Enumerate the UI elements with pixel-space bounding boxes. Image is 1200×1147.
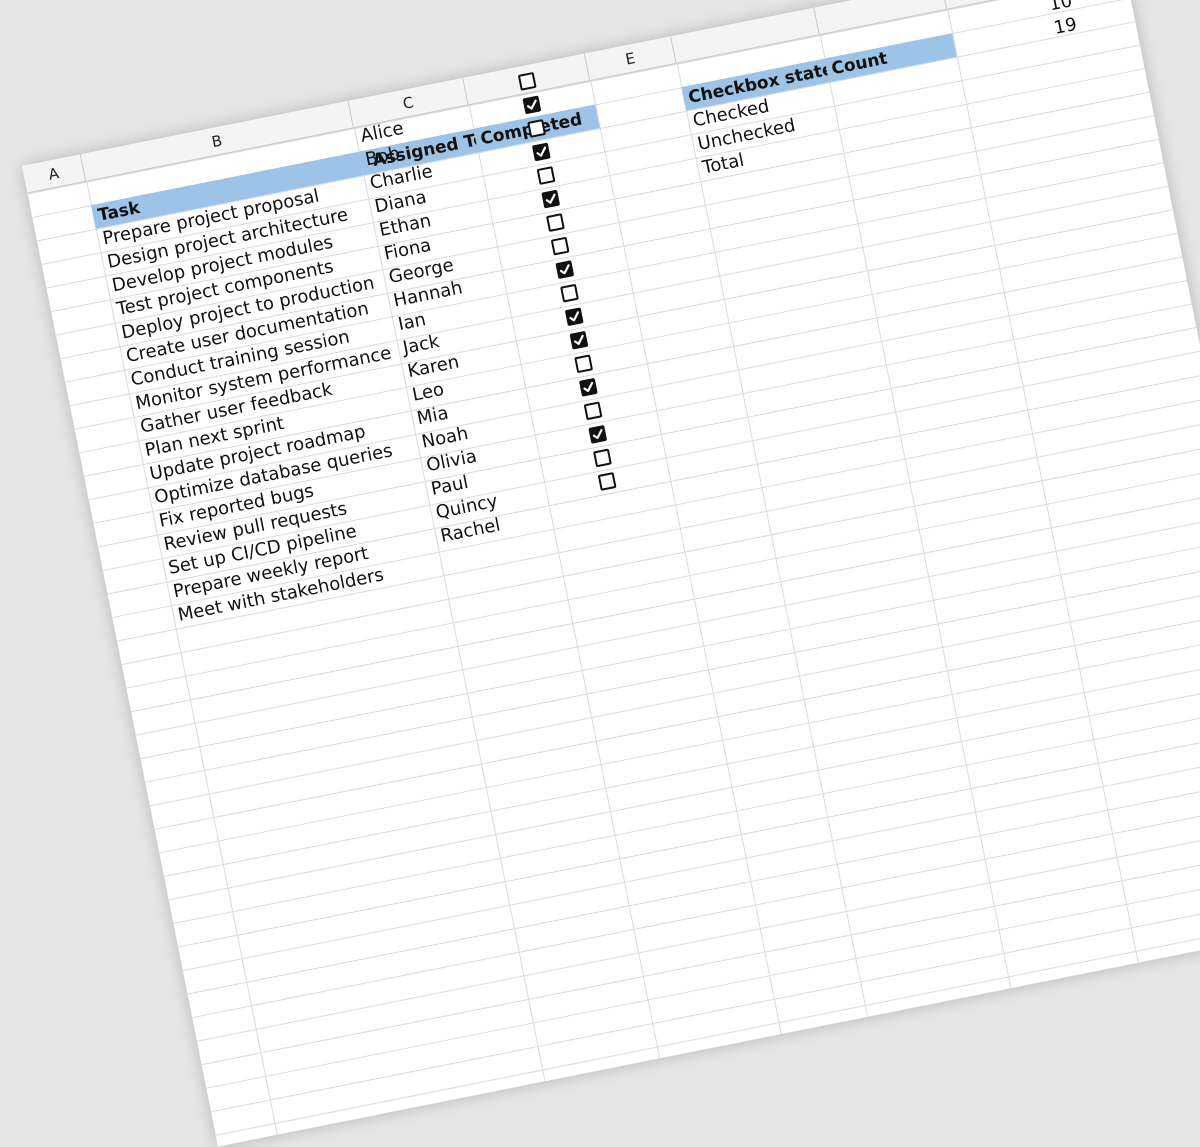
row-gridline	[215, 915, 1200, 1136]
column-header-f[interactable]	[671, 7, 820, 64]
count-header[interactable]: Count	[824, 33, 957, 83]
row-gridline	[173, 703, 1200, 925]
unchecked-checkbox[interactable]	[574, 354, 594, 374]
checked-checkbox[interactable]	[541, 189, 561, 209]
checkmark-icon	[545, 193, 556, 204]
checked-checkbox[interactable]	[578, 377, 598, 397]
checked-checkbox[interactable]	[569, 330, 589, 350]
row-gridline	[201, 844, 1200, 1066]
row-gridline	[187, 774, 1200, 995]
row-gridline	[206, 868, 1200, 1089]
unchecked-checkbox[interactable]	[560, 283, 579, 303]
row-gridline	[177, 727, 1200, 948]
checkmark-icon	[559, 264, 570, 275]
checkmark-icon	[569, 311, 580, 322]
column-gridline	[676, 63, 869, 1017]
unchecked-checkbox[interactable]	[583, 401, 603, 421]
checked-checkbox[interactable]	[522, 95, 542, 115]
row-gridline	[182, 750, 1200, 972]
checkmark-icon	[592, 428, 603, 440]
checked-checkbox[interactable]	[588, 424, 608, 444]
column-header-e[interactable]: E	[584, 36, 677, 81]
checked-checkbox[interactable]	[531, 142, 551, 162]
row-gridline	[210, 891, 1200, 1113]
column-header-g[interactable]	[814, 0, 948, 36]
checked-checkbox[interactable]	[555, 260, 575, 280]
column-gridline	[590, 80, 782, 1035]
row-gridline	[192, 797, 1200, 1019]
unchecked-checkbox[interactable]	[597, 472, 617, 491]
unchecked-checkbox[interactable]	[550, 236, 570, 256]
checkmark-icon	[583, 381, 594, 393]
row-gridline	[163, 656, 1200, 877]
checkmark-icon	[526, 99, 537, 110]
checked-checkbox[interactable]	[564, 307, 584, 327]
row-gridline	[196, 821, 1200, 1042]
checkmark-icon	[536, 146, 547, 157]
unchecked-checkbox[interactable]	[593, 448, 612, 468]
row-gridline	[168, 680, 1200, 901]
unchecked-checkbox[interactable]	[527, 119, 547, 138]
spreadsheet-sheet: A B C D E Task Assigned To Completed Pre…	[22, 0, 1200, 1147]
unchecked-checkbox[interactable]	[536, 166, 556, 185]
row-gridline	[159, 632, 1200, 854]
unchecked-checkbox[interactable]	[546, 213, 565, 232]
column-gridline	[819, 34, 1012, 989]
checkmark-icon	[574, 334, 584, 345]
unchecked-checkbox[interactable]	[517, 71, 537, 91]
